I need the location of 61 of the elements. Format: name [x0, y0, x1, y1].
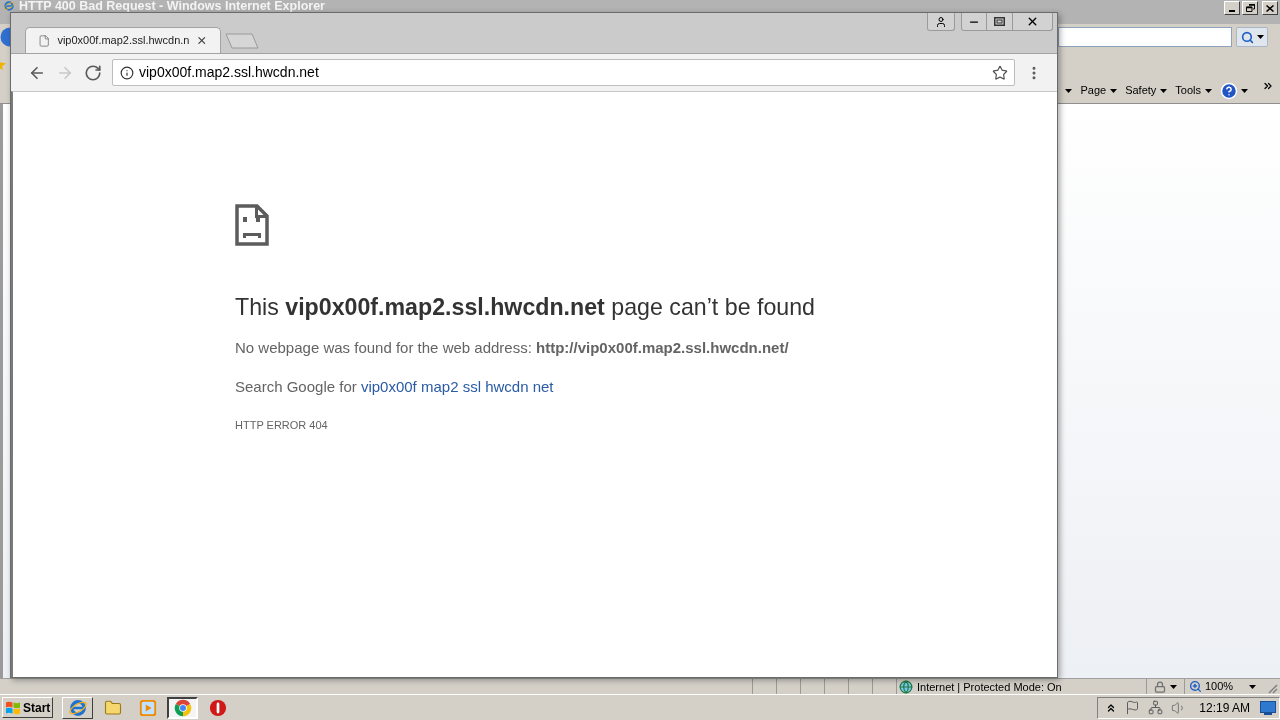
caret-icon	[1065, 88, 1073, 93]
ie-logo-icon	[67, 697, 88, 718]
folder-icon	[103, 698, 122, 717]
command-menu-button[interactable]: Page	[1080, 82, 1118, 99]
search-icon	[1240, 30, 1254, 44]
profile-button[interactable]	[927, 13, 955, 31]
star-icon[interactable]	[992, 64, 1008, 81]
person-icon	[935, 15, 947, 28]
sad-page-icon	[235, 204, 269, 246]
help-icon	[1220, 81, 1238, 100]
flag-icon[interactable]	[1125, 700, 1141, 715]
help-button[interactable]	[1220, 81, 1248, 100]
clock[interactable]: 12:19 AM	[1199, 698, 1250, 717]
url-text: vip0x00f.map2.ssl.hwcdn.net	[139, 63, 319, 82]
network-icon[interactable]	[1148, 700, 1164, 715]
media-player-icon	[138, 698, 157, 717]
ie-logo-icon	[3, 0, 15, 12]
show-desktop-icon[interactable]	[1260, 700, 1276, 715]
page-icon	[38, 33, 51, 48]
search-link[interactable]: vip0x00f map2 ssl hwcdn net	[360, 378, 554, 395]
lock-icon	[1154, 680, 1166, 693]
caret-icon	[1249, 684, 1256, 689]
close-icon[interactable]	[196, 34, 208, 47]
command-menu-button[interactable]: Safety	[1125, 82, 1168, 99]
close-button[interactable]	[1013, 13, 1053, 31]
start-button[interactable]: Start	[2, 697, 53, 718]
back-button[interactable]	[0, 27, 10, 47]
chrome-logo-icon	[173, 698, 192, 717]
search-suggestion: Search Google for vip0x00f map2 ssl hwcdn net	[235, 377, 554, 397]
close-icon	[1266, 4, 1274, 12]
caret-icon	[1160, 88, 1168, 93]
error-heading: This vip0x00f.map2.ssl.hwcdn.net page can’t be found	[235, 293, 815, 321]
caret-icon	[1110, 88, 1118, 93]
caret-icon	[1241, 88, 1248, 93]
globe-icon	[899, 679, 913, 694]
security-zone-text: Internet | Protected Mode: On	[917, 679, 1062, 694]
zoom-icon	[1189, 680, 1202, 693]
restore-button[interactable]	[1242, 1, 1258, 15]
double-chevron-icon[interactable]	[1262, 80, 1274, 92]
search-button[interactable]	[1236, 27, 1268, 47]
minimize-icon	[1229, 10, 1235, 12]
address-bar[interactable]: vip0x00f.map2.ssl.hwcdn.net	[112, 59, 1015, 86]
caret-icon	[1170, 684, 1177, 689]
close-icon	[1026, 15, 1039, 28]
maximize-icon	[994, 17, 1005, 26]
search-field[interactable]	[1058, 27, 1232, 47]
resize-grip-icon	[1266, 682, 1278, 694]
taskbar-app-button[interactable]	[167, 696, 198, 719]
maximize-button[interactable]	[987, 13, 1013, 31]
command-menu-button[interactable]: Tools	[1175, 82, 1212, 99]
caret-icon	[1205, 88, 1212, 93]
windows-logo-icon	[5, 699, 21, 716]
info-icon	[120, 65, 134, 80]
error-message: No webpage was found for the web address: http://vip0x00f.map2.ssl.hwcdn.net/	[235, 338, 789, 358]
browser-tab[interactable]: vip0x00f.map2.ssl.hwcdn.n	[25, 27, 221, 53]
window-title: HTTP 400 Bad Request - Windows Internet Explorer	[19, 0, 325, 12]
reload-icon	[84, 63, 102, 82]
caret-icon	[1256, 35, 1264, 39]
error-code: HTTP ERROR 404	[235, 418, 328, 432]
restore-icon	[1245, 4, 1255, 12]
stop-icon	[208, 698, 227, 717]
